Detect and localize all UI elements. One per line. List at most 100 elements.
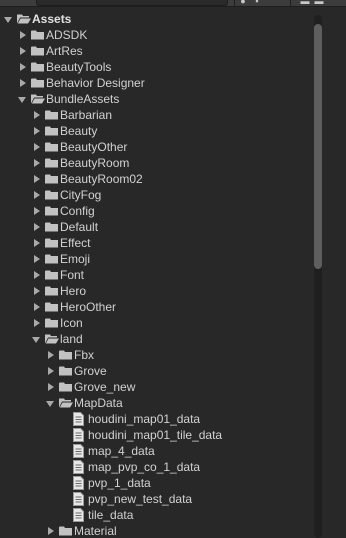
tree-item-label: pvp_1_data [88, 476, 151, 490]
folder-icon [45, 318, 58, 328]
tree-item-label: tile_data [88, 508, 134, 522]
chevron-right-icon[interactable] [31, 187, 43, 203]
tree-row-behavior-designer[interactable]: Behavior Designer [0, 75, 310, 91]
folder-open-icon [31, 94, 45, 104]
tree-row-artres[interactable]: ArtRes [0, 43, 310, 59]
tree-item-label: CityFog [60, 188, 102, 202]
folder-icon [45, 302, 58, 312]
tree-row-heroother[interactable]: HeroOther [0, 299, 310, 315]
chevron-right-icon[interactable] [31, 155, 43, 171]
tree-row-font[interactable]: Font [0, 267, 310, 283]
tree-row-houdini-map01-tile-data[interactable]: houdini_map01_tile_data [0, 427, 310, 443]
lock-icon[interactable]: ▪ [252, 0, 262, 6]
folder-icon [45, 254, 58, 264]
chevron-down-icon[interactable] [17, 91, 29, 107]
chevron-right-icon[interactable] [31, 299, 43, 315]
chevron-right-icon[interactable] [31, 251, 43, 267]
folder-icon [45, 174, 58, 184]
folder-icon [59, 526, 72, 536]
tree-item-label: houdini_map01_tile_data [88, 428, 223, 442]
scrollbar-thumb[interactable] [314, 24, 322, 269]
folder-open-icon [45, 334, 59, 344]
eye-icon[interactable]: ● [238, 0, 248, 6]
tree-item-label: Fbx [74, 348, 95, 362]
chevron-right-icon[interactable] [45, 523, 57, 538]
chevron-right-icon[interactable] [31, 267, 43, 283]
tree-item-label: Beauty [60, 124, 98, 138]
tree-row-beautytools[interactable]: BeautyTools [0, 59, 310, 75]
chevron-down-icon[interactable] [3, 11, 15, 27]
tree-item-label: Behavior Designer [46, 76, 145, 90]
tree-item-label: Grove [74, 364, 107, 378]
tree-item-label: Config [60, 204, 95, 218]
tree-row-beauty[interactable]: Beauty [0, 123, 310, 139]
chevron-right-icon[interactable] [31, 203, 43, 219]
tree-row-hero[interactable]: Hero [0, 283, 310, 299]
chevron-right-icon[interactable] [31, 315, 43, 331]
folder-icon [45, 270, 58, 280]
folder-icon [31, 62, 44, 72]
folder-icon [31, 30, 44, 40]
folder-icon [45, 222, 58, 232]
chevron-right-icon[interactable] [45, 347, 57, 363]
chevron-right-icon[interactable] [17, 75, 29, 91]
tree-row-icon[interactable]: Icon [0, 315, 310, 331]
tree-row-land[interactable]: land [0, 331, 310, 347]
chevron-right-icon[interactable] [17, 59, 29, 75]
folder-icon [59, 382, 72, 392]
chevron-right-icon[interactable] [17, 43, 29, 59]
chevron-down-icon[interactable] [45, 395, 57, 411]
tree-row-mapdata[interactable]: MapData [0, 395, 310, 411]
tree-item-label: map_4_data [88, 444, 155, 458]
tree-row-adsdk[interactable]: ADSDK [0, 27, 310, 43]
folder-open-icon [17, 14, 31, 24]
chevron-right-icon[interactable] [31, 123, 43, 139]
folder-icon [45, 238, 58, 248]
tree-row-config[interactable]: Config [0, 203, 310, 219]
tree-item-label: land [60, 332, 83, 346]
toolbar-separator [290, 0, 291, 7]
tree-item-label: Material [74, 524, 117, 538]
tree-row-bundleassets[interactable]: BundleAssets [0, 91, 310, 107]
vertical-scrollbar[interactable] [310, 7, 346, 538]
chevron-right-icon[interactable] [31, 107, 43, 123]
tree-row-tile-data[interactable]: tile_data [0, 507, 310, 523]
chevron-right-icon[interactable] [31, 139, 43, 155]
tree-row-assets[interactable]: Assets [0, 11, 310, 27]
tree-row-effect[interactable]: Effect [0, 235, 310, 251]
tree-row-beautyother[interactable]: BeautyOther [0, 139, 310, 155]
tree-row-cityfog[interactable]: CityFog [0, 187, 310, 203]
chevron-right-icon[interactable] [31, 219, 43, 235]
tree-item-label: HeroOther [60, 300, 117, 314]
chevron-down-icon[interactable] [31, 331, 43, 347]
tree-row-grove-new[interactable]: Grove_new [0, 379, 310, 395]
tree-item-label: ADSDK [46, 28, 88, 42]
chevron-right-icon[interactable] [17, 27, 29, 43]
chevron-right-icon[interactable] [31, 283, 43, 299]
tree-row-emoji[interactable]: Emoji [0, 251, 310, 267]
tree-row-map-pvp-co-1-data[interactable]: map_pvp_co_1_data [0, 459, 310, 475]
tree-row-beautyroom[interactable]: BeautyRoom [0, 155, 310, 171]
tree-row-fbx[interactable]: Fbx [0, 347, 310, 363]
chevron-right-icon[interactable] [45, 363, 57, 379]
chevron-right-icon[interactable] [45, 379, 57, 395]
tree-row-houdini-map01-data[interactable]: houdini_map01_data [0, 411, 310, 427]
chevron-right-icon[interactable] [31, 171, 43, 187]
tree-item-label: Icon [60, 316, 83, 330]
folder-icon [45, 190, 58, 200]
tree-row-barbarian[interactable]: Barbarian [0, 107, 310, 123]
tree-row-material[interactable]: Material [0, 523, 310, 538]
folder-icon [45, 158, 58, 168]
tree-row-beautyroom02[interactable]: BeautyRoom02 [0, 171, 310, 187]
star-icon[interactable]: ▬ [300, 0, 310, 6]
chevron-right-icon[interactable] [31, 235, 43, 251]
search-input[interactable] [36, 0, 228, 6]
folder-icon [45, 286, 58, 296]
filter-icon[interactable]: ▬ [314, 0, 324, 6]
tree-row-pvp-new-test-data[interactable]: pvp_new_test_data [0, 491, 310, 507]
tree-row-default[interactable]: Default [0, 219, 310, 235]
tree-row-pvp-1-data[interactable]: pvp_1_data [0, 475, 310, 491]
folder-icon [45, 126, 58, 136]
tree-row-map-4-data[interactable]: map_4_data [0, 443, 310, 459]
tree-row-grove[interactable]: Grove [0, 363, 310, 379]
